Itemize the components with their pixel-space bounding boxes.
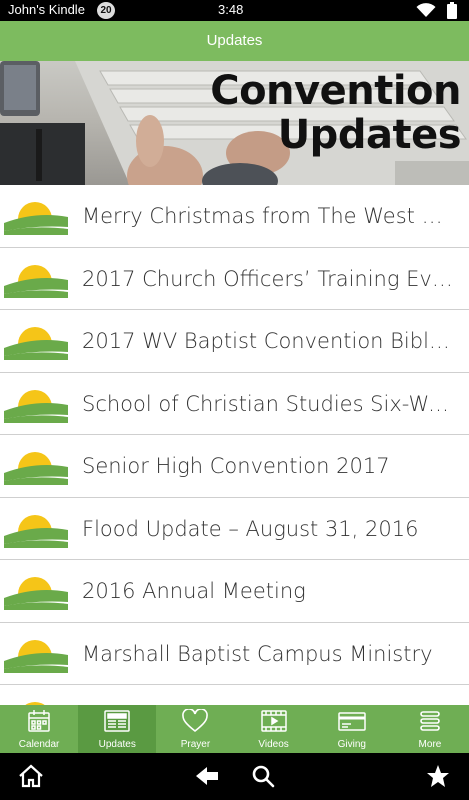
home-icon[interactable] xyxy=(18,764,44,792)
sunrise-hills-icon xyxy=(4,577,68,610)
notification-count-badge: 20 xyxy=(97,2,115,19)
list-item-label: 2017 WV Baptist Convention Bible Study xyxy=(82,329,454,353)
list-item[interactable]: Senior High Convention 2017 xyxy=(0,435,469,498)
list-item-label: Senior High Convention 2017 xyxy=(82,454,390,478)
menu-icon xyxy=(420,711,440,731)
tab-label: Giving xyxy=(337,739,366,750)
list-item[interactable]: 2016 Annual Meeting xyxy=(0,560,469,623)
tab-label: More xyxy=(418,739,442,750)
tab-prayer[interactable]: Prayer xyxy=(156,705,234,753)
sunrise-hills-icon xyxy=(4,639,68,673)
list-item-label: Marshall Baptist Campus Ministry xyxy=(82,641,433,666)
status-bar: John's Kindle 20 3:48 xyxy=(0,0,469,21)
sunrise-hills-icon xyxy=(25,702,45,705)
list-item[interactable]: School of Christian Studies Six-Week Cou… xyxy=(0,373,469,435)
tab-label: Calendar xyxy=(18,739,60,750)
tab-label: Prayer xyxy=(180,739,211,750)
tab-more[interactable]: More xyxy=(391,705,469,753)
sunrise-hills-icon xyxy=(4,264,68,298)
banner-title-line1: Convention xyxy=(210,68,461,114)
list-item-partial[interactable] xyxy=(0,685,469,705)
list-item-label: 2016 Annual Meeting xyxy=(82,579,306,603)
updates-list: Merry Christmas from The West Virginia B… xyxy=(0,185,469,705)
banner-title: Convention Updates xyxy=(210,69,461,157)
page-title: Updates xyxy=(206,32,263,49)
list-item-label: School of Christian Studies Six-Week Cou… xyxy=(82,391,454,416)
system-nav-bar xyxy=(0,753,469,800)
tab-calendar[interactable]: Calendar xyxy=(0,705,78,753)
list-item[interactable]: Merry Christmas from The West Virginia B… xyxy=(0,185,469,248)
tab-label: Videos xyxy=(258,739,289,750)
tab-giving[interactable]: Giving xyxy=(313,705,391,753)
bottom-tab-bar: Calendar Updates Prayer Videos Giving Mo… xyxy=(0,705,469,753)
sunrise-hills-icon xyxy=(4,202,68,235)
tab-label: Updates xyxy=(98,739,136,750)
banner-title-line2: Updates xyxy=(277,112,462,158)
list-item[interactable]: Flood Update – August 31, 2016 xyxy=(0,498,469,560)
heart-icon xyxy=(182,709,209,733)
wifi-icon xyxy=(416,3,436,22)
list-item[interactable]: Marshall Baptist Campus Ministry xyxy=(0,623,469,685)
clock: 3:48 xyxy=(218,2,244,17)
list-item-label: Flood Update – August 31, 2016 xyxy=(82,516,419,541)
tab-updates[interactable]: Updates xyxy=(78,705,157,753)
list-item-label: Merry Christmas from The West Virginia B… xyxy=(82,204,454,228)
credit-card-icon xyxy=(338,712,366,731)
sunrise-hills-icon xyxy=(4,389,68,423)
list-item-label: 2017 Church Officers’ Training Event xyxy=(82,266,454,291)
back-arrow-icon[interactable] xyxy=(195,764,219,792)
film-icon xyxy=(260,710,287,732)
sunrise-hills-icon xyxy=(4,452,68,485)
tab-videos[interactable]: Videos xyxy=(235,705,313,753)
calendar-icon xyxy=(28,710,50,732)
star-icon[interactable] xyxy=(426,764,450,792)
list-item[interactable]: 2017 Church Officers’ Training Event xyxy=(0,248,469,310)
convention-updates-banner: Convention Updates xyxy=(0,61,469,185)
search-icon[interactable] xyxy=(251,764,275,792)
app-title-bar: Updates xyxy=(0,21,469,61)
newspaper-icon xyxy=(104,710,130,732)
sunrise-hills-icon xyxy=(4,327,68,360)
battery-icon xyxy=(447,2,457,23)
sunrise-hills-icon xyxy=(4,514,68,548)
device-name: John's Kindle xyxy=(8,2,85,17)
list-item[interactable]: 2017 WV Baptist Convention Bible Study xyxy=(0,310,469,373)
